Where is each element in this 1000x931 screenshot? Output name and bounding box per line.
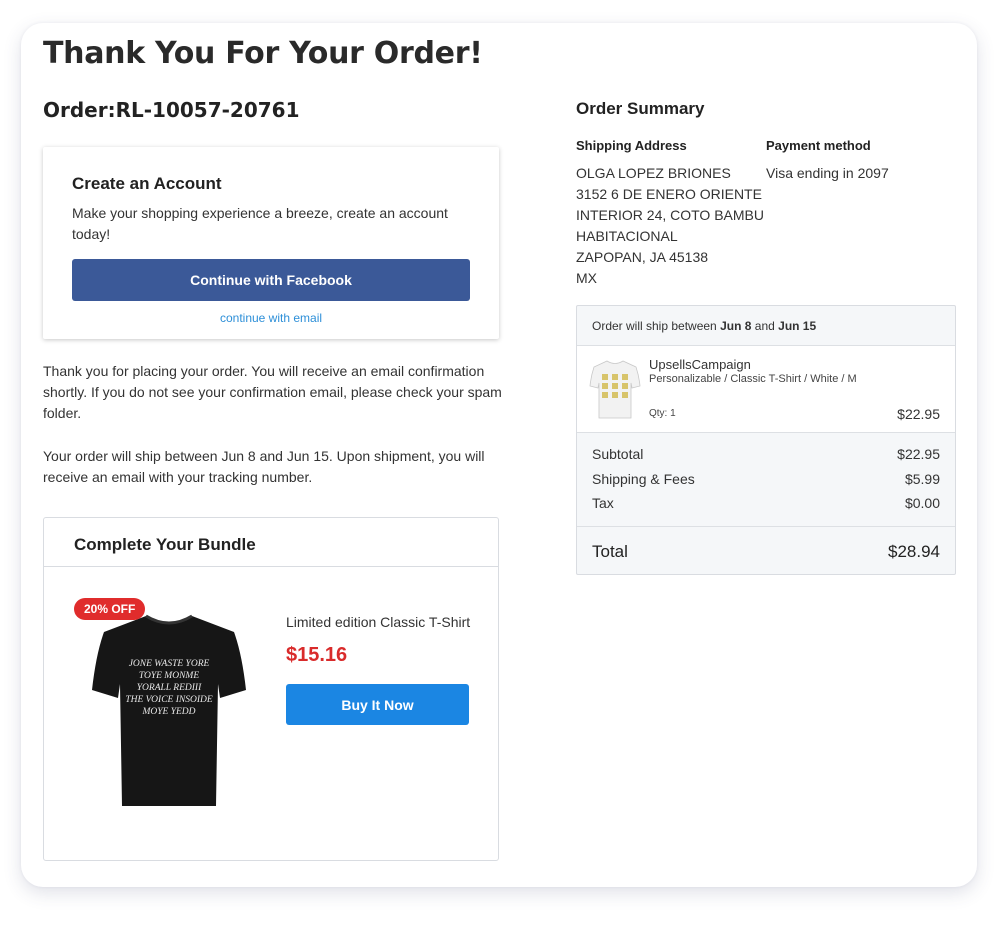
continue-with-email-link[interactable]: continue with email: [43, 311, 499, 325]
order-item-variant: Personalizable / Classic T-Shirt / White…: [649, 373, 857, 385]
shipping-message: Your order will ship between Jun 8 and J…: [43, 448, 485, 485]
shirt-print-line-3: YORALL REDIII: [137, 683, 202, 693]
ship-window-notice: Order will ship between Jun 8 and Jun 15: [577, 306, 955, 346]
order-number: Order:RL-10057-20761: [43, 98, 300, 122]
totals-divider: [577, 526, 955, 527]
order-item-thumbnail: [589, 358, 641, 420]
subtotal-label: Subtotal: [592, 446, 644, 462]
discount-badge: 20% OFF: [74, 598, 146, 620]
shipping-fees-value: $5.99: [904, 471, 940, 487]
bundle-title: Complete Your Bundle: [44, 518, 498, 567]
confirmation-message: Thank you for placing your order. You wi…: [43, 363, 502, 421]
tax-row: Tax $0.00: [592, 495, 940, 511]
shipping-fees-row: Shipping & Fees $5.99: [592, 471, 940, 487]
order-item-name: UpsellsCampaign: [649, 357, 751, 372]
create-account-panel: Create an Account Make your shopping exp…: [43, 147, 499, 339]
order-summary-panel: Order will ship between Jun 8 and Jun 15…: [576, 305, 956, 575]
ship-window-prefix: Order will ship between: [592, 319, 717, 333]
address-line: HABITACIONAL: [576, 228, 678, 244]
tax-value: $0.00: [904, 495, 940, 511]
create-account-description: Make your shopping experience a breeze, …: [72, 205, 448, 242]
shipping-address: OLGA LOPEZ BRIONES 3152 6 DE ENERO ORIEN…: [576, 163, 764, 289]
payment-method-value: Visa ending in 2097: [766, 165, 889, 181]
shirt-print-line-2: TOYE MONME: [139, 671, 199, 681]
address-line: MX: [576, 270, 597, 286]
ship-window-end: Jun 15: [778, 319, 817, 333]
continue-with-facebook-button[interactable]: Continue with Facebook: [72, 259, 470, 301]
order-item-qty: Qty: 1: [649, 408, 676, 419]
address-line: INTERIOR 24, COTO BAMBU: [576, 207, 764, 223]
ship-window-and: and: [754, 319, 775, 333]
total-value: $28.94: [888, 542, 940, 561]
order-item-row: UpsellsCampaign Personalizable / Classic…: [577, 346, 955, 433]
white-tshirt-image: [589, 360, 641, 419]
order-summary-title: Order Summary: [576, 99, 705, 118]
page-title: Thank You For Your Order!: [43, 36, 483, 71]
ship-window-start: Jun 8: [720, 319, 752, 333]
total-row: Total $28.94: [592, 542, 940, 562]
shipping-address-label: Shipping Address: [576, 138, 687, 153]
bundle-product-price: $15.16: [286, 644, 348, 666]
create-account-title: Create an Account: [72, 174, 222, 193]
subtotal-row: Subtotal $22.95: [592, 446, 940, 462]
address-line: 3152 6 DE ENERO ORIENTE: [576, 186, 762, 202]
black-tshirt-image: JONE WASTE YORE TOYE MONME YORALL REDIII…: [92, 614, 246, 806]
buy-it-now-button[interactable]: Buy It Now: [286, 684, 469, 725]
subtotal-value: $22.95: [897, 446, 940, 462]
payment-method-label: Payment method: [766, 138, 871, 153]
address-line: ZAPOPAN, JA 45138: [576, 249, 709, 265]
address-line: OLGA LOPEZ BRIONES: [576, 165, 731, 181]
shirt-print-line-4: THE VOICE INSOIDE: [125, 695, 213, 705]
shirt-print-line-5: MOYE YEDD: [141, 707, 195, 717]
bundle-product-name[interactable]: Limited edition Classic T-Shirt: [286, 614, 470, 630]
shirt-print-line-1: JONE WASTE YORE: [129, 659, 210, 669]
shipping-fees-label: Shipping & Fees: [592, 471, 695, 487]
bundle-product-image[interactable]: JONE WASTE YORE TOYE MONME YORALL REDIII…: [84, 608, 254, 808]
total-label: Total: [592, 542, 628, 561]
order-item-price: $22.95: [897, 406, 940, 422]
complete-bundle-panel: Complete Your Bundle 20% OFF JONE WASTE …: [43, 517, 499, 861]
tax-label: Tax: [592, 495, 614, 511]
